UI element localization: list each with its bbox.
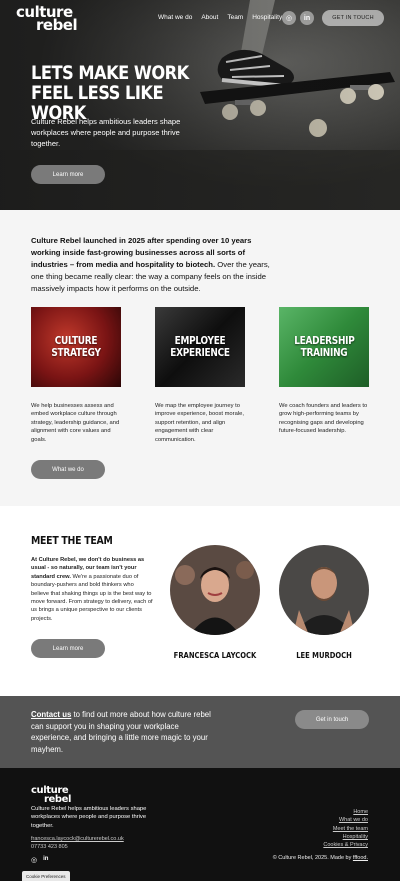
services-section: Culture Rebel launched in 2025 after spe… [0,210,400,506]
footer-links: Home What we do Meet the team Hospitalit… [323,809,368,849]
linkedin-icon[interactable]: in [43,856,48,864]
intro-text: Culture Rebel launched in 2025 after spe… [31,235,276,295]
lee-photo [279,545,369,635]
nav-about[interactable]: About [201,14,218,21]
nav-what-we-do[interactable]: What we do [158,14,192,21]
footer-link-hospitality[interactable]: Hospitality [323,834,368,841]
team-rest: We're a passionate duo of boundary-pushe… [31,573,153,622]
get-in-touch-button[interactable]: GET IN TOUCH [322,10,384,26]
francesca-avatar[interactable] [170,545,260,635]
linkedin-icon[interactable]: in [300,11,314,25]
site-logo[interactable]: culture rebel [16,5,78,33]
footer-copyright: © Culture Rebel, 2025. Made by fffood. [273,855,368,861]
footer-tagline: Culture Rebel helps ambitious leaders sh… [31,806,147,829]
footer-link-meet-the-team[interactable]: Meet the team [323,826,368,833]
culture-strategy-image[interactable]: CULTURE STRATEGY [31,307,121,387]
contact-band: Contact us to find out more about how cu… [0,696,400,768]
contact-us-link[interactable]: Contact us [31,710,71,719]
footer-link-cookies[interactable]: Cookies & Privacy [323,842,368,849]
footer: culture rebel Culture Rebel helps ambiti… [0,768,400,881]
hero-section: culture rebel What we do About Team Hosp… [0,0,400,210]
francesca-photo [170,545,260,635]
hero-learn-more-button[interactable]: Learn more [31,165,105,184]
employee-experience-title: EMPLOYEE EXPERIENCE [170,335,230,359]
team-learn-more-button[interactable]: Learn more [31,639,105,658]
cookie-preferences-button[interactable]: Cookie Preferences [22,871,70,881]
culture-strategy-text: We help businesses assess and embed work… [31,403,120,443]
leadership-training-image[interactable]: LEADERSHIP TRAINING [279,307,369,387]
culture-strategy-title: CULTURE STRATEGY [51,335,101,359]
team-text: At Culture Rebel, we don't do business a… [31,556,153,623]
maker-link[interactable]: fffood. [353,855,368,861]
footer-social: ◎ in [31,856,48,864]
copyright-text: © Culture Rebel, 2025. Made by [272,855,353,861]
footer-link-what-we-do[interactable]: What we do [323,817,368,824]
hero-subtitle: Culture Rebel helps ambitious leaders sh… [31,117,181,148]
employee-experience-image[interactable]: EMPLOYEE EXPERIENCE [155,307,245,387]
get-in-touch-band-button[interactable]: Get in touch [295,710,369,729]
leadership-training-text: We coach founders and leaders to grow hi… [279,403,368,435]
nav-team[interactable]: Team [227,14,243,21]
main-nav: What we do About Team Hospitality [158,14,282,21]
lee-avatar[interactable] [279,545,369,635]
employee-experience-text: We map the employee journey to improve e… [155,403,244,443]
member-name-lee: LEE MURDOCH [296,651,352,660]
footer-email-link[interactable]: francesca.laycock@culturerebel.co.uk [31,836,124,842]
footer-logo-line2: rebel [44,794,72,805]
instagram-icon[interactable]: ◎ [282,11,296,25]
footer-phone: 07733 423 805 [31,844,68,850]
header-social: ◎ in [282,11,314,25]
hero-title: LETS MAKE WORK FEEL LESS LIKE WORK [31,63,189,124]
instagram-icon[interactable]: ◎ [31,856,37,864]
team-heading: MEET THE TEAM [31,534,113,547]
member-name-francesca: FRANCESCA LAYCOCK [173,651,257,660]
nav-hospitality[interactable]: Hospitality [252,14,282,21]
what-we-do-button[interactable]: What we do [31,460,105,479]
team-section: MEET THE TEAM At Culture Rebel, we don't… [0,506,400,696]
leadership-training-title: LEADERSHIP TRAINING [294,335,355,359]
footer-logo[interactable]: culture rebel [31,786,72,805]
contact-text: Contact us to find out more about how cu… [31,709,221,755]
footer-link-home[interactable]: Home [323,809,368,816]
